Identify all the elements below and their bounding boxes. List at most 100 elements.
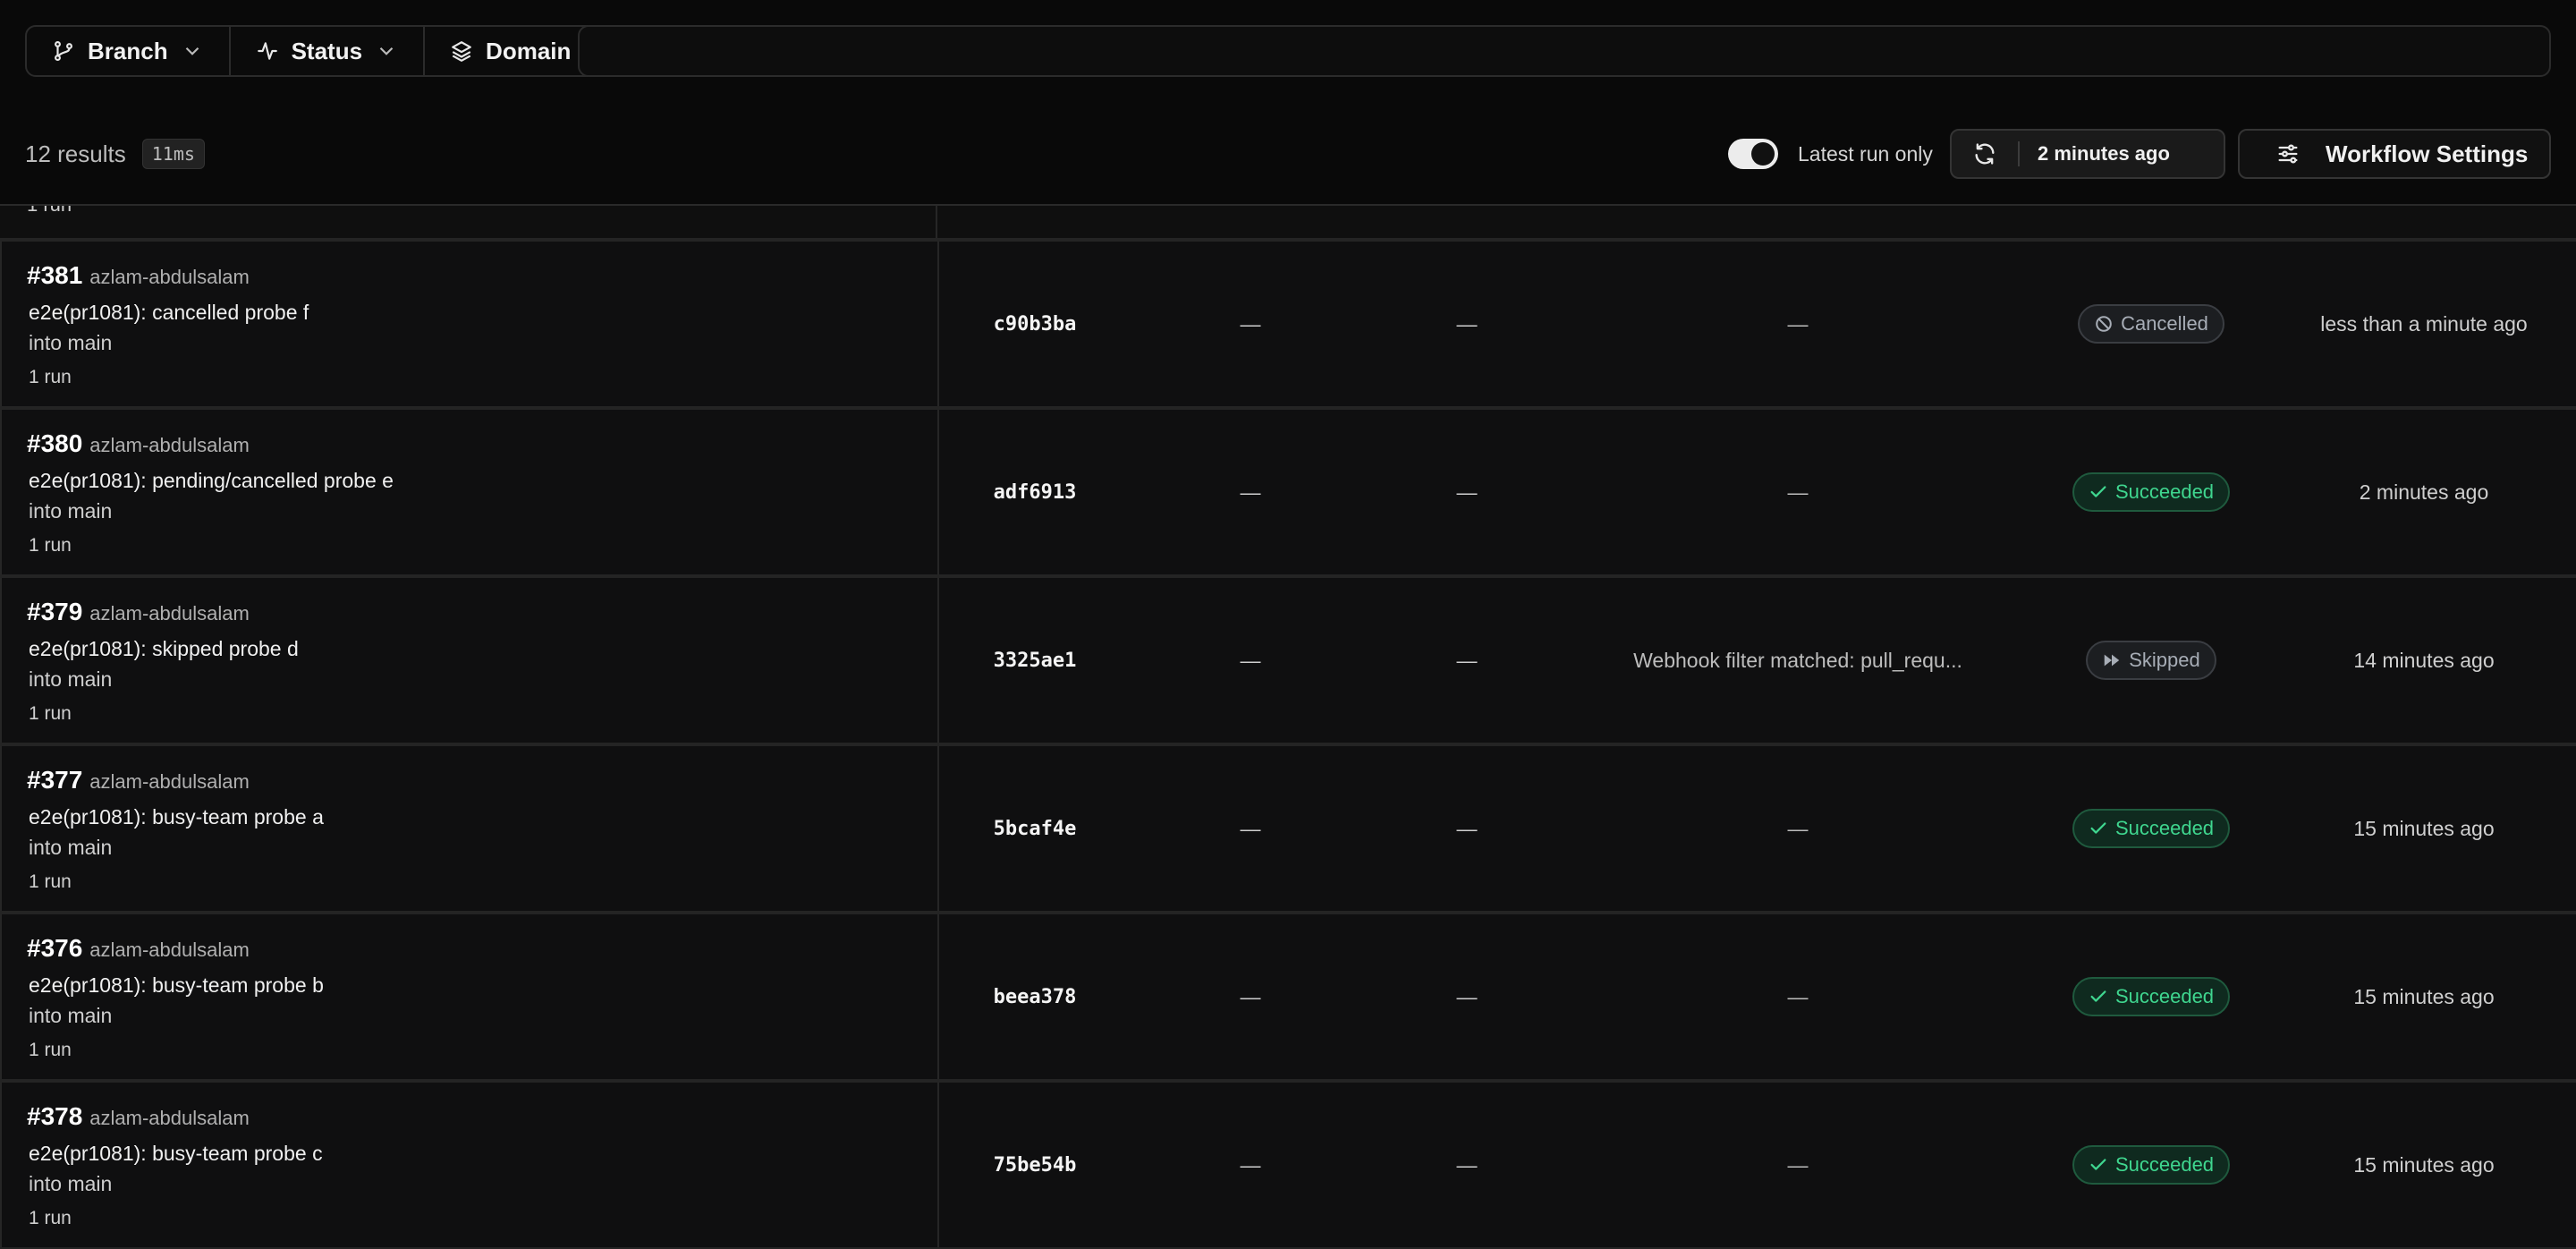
table-row[interactable]: #378 azlam-abdulsalam e2e(pr1081): busy-te… xyxy=(0,1083,2576,1249)
run-number[interactable]: #379 azlam-abdulsalam xyxy=(27,598,250,626)
query-timing-badge: 11ms xyxy=(141,139,205,169)
run-title: e2e(pr1081): busy-team probe a xyxy=(29,805,324,828)
commit-sha[interactable]: 3325ae1 xyxy=(975,578,1095,743)
run-branch: into main xyxy=(29,836,113,859)
run-number[interactable]: #378 azlam-abdulsalam xyxy=(27,1102,250,1131)
commit-sha[interactable]: 75be54b xyxy=(975,1083,1095,1247)
run-title: e2e(pr1081): busy-team probe c xyxy=(29,1142,323,1165)
latest-run-toggle[interactable] xyxy=(1728,139,1778,169)
row-run-count: 1 run xyxy=(29,367,72,387)
empty-cell: — xyxy=(1240,1152,1261,1177)
table-row[interactable]: #381 azlam-abdulsalam e2e(pr1081): cancell… xyxy=(0,242,2576,410)
sliders-icon xyxy=(2278,144,2298,164)
empty-cell: — xyxy=(1240,816,1261,840)
status-badge: Succeeded xyxy=(2072,977,2231,1016)
results-count: 12 results xyxy=(25,140,126,167)
commit-sha[interactable]: adf6913 xyxy=(975,410,1095,574)
status-cell: Skipped xyxy=(2030,578,2272,743)
runs-table: 1 run #381 azlam-abdulsalam e2e(pr1081): c… xyxy=(0,204,2576,1249)
table-row[interactable]: #380 azlam-abdulsalam e2e(pr1081): pending… xyxy=(0,410,2576,578)
status-label: Succeeded xyxy=(2114,1153,2215,1176)
run-branch: into main xyxy=(29,667,113,691)
layers-icon xyxy=(452,41,471,62)
run-time: 14 minutes ago xyxy=(2353,648,2495,672)
run-number-text: #381 xyxy=(27,261,83,289)
run-author: azlam-abdulsalam xyxy=(89,266,250,288)
empty-cell: — xyxy=(1456,480,1478,504)
branch-filter-label: Branch xyxy=(88,37,168,64)
status-label: Succeeded xyxy=(2114,985,2215,1007)
row-run-count: 1 run xyxy=(29,535,72,556)
empty-cell: — xyxy=(1240,311,1261,336)
status-message: — xyxy=(1787,311,1809,336)
status-filter-label: Status xyxy=(291,37,363,64)
status-cell: Succeeded xyxy=(2030,410,2272,574)
commit-sha[interactable]: 5bcaf4e xyxy=(975,746,1095,911)
run-title: e2e(pr1081): cancelled probe f xyxy=(29,301,309,324)
run-author: azlam-abdulsalam xyxy=(89,770,250,793)
run-branch: into main xyxy=(29,1172,113,1195)
status-message: — xyxy=(1787,480,1809,504)
empty-cell: — xyxy=(1456,816,1478,840)
status-message: Webhook filter matched: pull_requ... xyxy=(1633,648,1962,672)
row-run-count: 1 run xyxy=(29,871,72,892)
empty-cell: — xyxy=(1456,648,1478,672)
row-info-cell: #381 azlam-abdulsalam e2e(pr1081): cancell… xyxy=(0,242,939,406)
status-badge: Succeeded xyxy=(2072,472,2231,512)
workflow-settings-button[interactable]: Workflow Settings xyxy=(2238,129,2551,179)
filter-bar: Branch Status Domain xyxy=(25,25,634,77)
run-author: azlam-abdulsalam xyxy=(89,939,250,961)
chevron-down-icon xyxy=(379,47,394,55)
refresh-button[interactable]: 2 minutes ago xyxy=(1950,129,2225,179)
row-info-cell: #379 azlam-abdulsalam e2e(pr1081): skipped… xyxy=(0,578,939,743)
empty-cell: — xyxy=(1456,984,1478,1008)
branch-filter-button[interactable]: Branch xyxy=(27,27,231,75)
status-message: — xyxy=(1787,984,1809,1008)
run-author: azlam-abdulsalam xyxy=(89,434,250,456)
last-refreshed-label: 2 minutes ago xyxy=(2038,142,2170,165)
run-number[interactable]: #381 azlam-abdulsalam xyxy=(27,261,250,290)
git-branch-icon xyxy=(55,40,72,62)
table-row[interactable]: #379 azlam-abdulsalam e2e(pr1081): skipped… xyxy=(0,578,2576,746)
status-message: — xyxy=(1787,1152,1809,1177)
results-summary: 12 results 11ms xyxy=(25,136,205,172)
status-label: Succeeded xyxy=(2114,817,2215,839)
table-row[interactable]: #376 azlam-abdulsalam e2e(pr1081): busy-te… xyxy=(0,914,2576,1083)
row-info-cell: #376 azlam-abdulsalam e2e(pr1081): busy-te… xyxy=(0,914,939,1079)
commit-sha[interactable]: beea378 xyxy=(975,914,1095,1079)
status-cell: Succeeded xyxy=(2030,1083,2272,1247)
table-row[interactable]: #377 azlam-abdulsalam e2e(pr1081): busy-te… xyxy=(0,746,2576,914)
run-number-text: #377 xyxy=(27,766,83,794)
toggle-knob xyxy=(1751,142,1775,166)
status-badge: Cancelled xyxy=(2078,304,2224,344)
status-label: Skipped xyxy=(2129,649,2200,671)
fast-forward-icon xyxy=(2104,654,2120,667)
run-number[interactable]: #380 azlam-abdulsalam xyxy=(27,429,250,458)
run-number[interactable]: #377 azlam-abdulsalam xyxy=(27,766,250,794)
activity-icon xyxy=(257,42,277,60)
status-label: Cancelled xyxy=(2121,312,2208,335)
run-number-text: #380 xyxy=(27,429,83,457)
run-branch: into main xyxy=(29,1004,113,1027)
run-time: 15 minutes ago xyxy=(2353,1152,2495,1177)
run-number-text: #379 xyxy=(27,598,83,625)
run-author: azlam-abdulsalam xyxy=(89,1107,250,1129)
search-input[interactable] xyxy=(578,25,2551,77)
status-cell: Succeeded xyxy=(2030,746,2272,911)
commit-sha[interactable]: c90b3ba xyxy=(975,242,1095,406)
run-time: 15 minutes ago xyxy=(2353,984,2495,1008)
status-message: — xyxy=(1787,816,1809,840)
row-info-cell: #377 azlam-abdulsalam e2e(pr1081): busy-te… xyxy=(0,746,939,911)
run-number[interactable]: #376 azlam-abdulsalam xyxy=(27,934,250,963)
latest-run-label: Latest run only xyxy=(1798,141,1933,166)
run-title: e2e(pr1081): pending/cancelled probe e xyxy=(29,469,394,492)
row-run-count: 1 run xyxy=(29,1208,72,1228)
status-filter-button[interactable]: Status xyxy=(231,27,426,75)
run-title: e2e(pr1081): skipped probe d xyxy=(29,637,299,660)
empty-cell: — xyxy=(1456,311,1478,336)
status-cell: Cancelled xyxy=(2030,242,2272,406)
table-row[interactable]: 1 run xyxy=(0,206,2576,242)
run-time: 2 minutes ago xyxy=(2359,480,2489,504)
check-icon xyxy=(2090,990,2106,1002)
check-icon xyxy=(2090,1159,2106,1170)
